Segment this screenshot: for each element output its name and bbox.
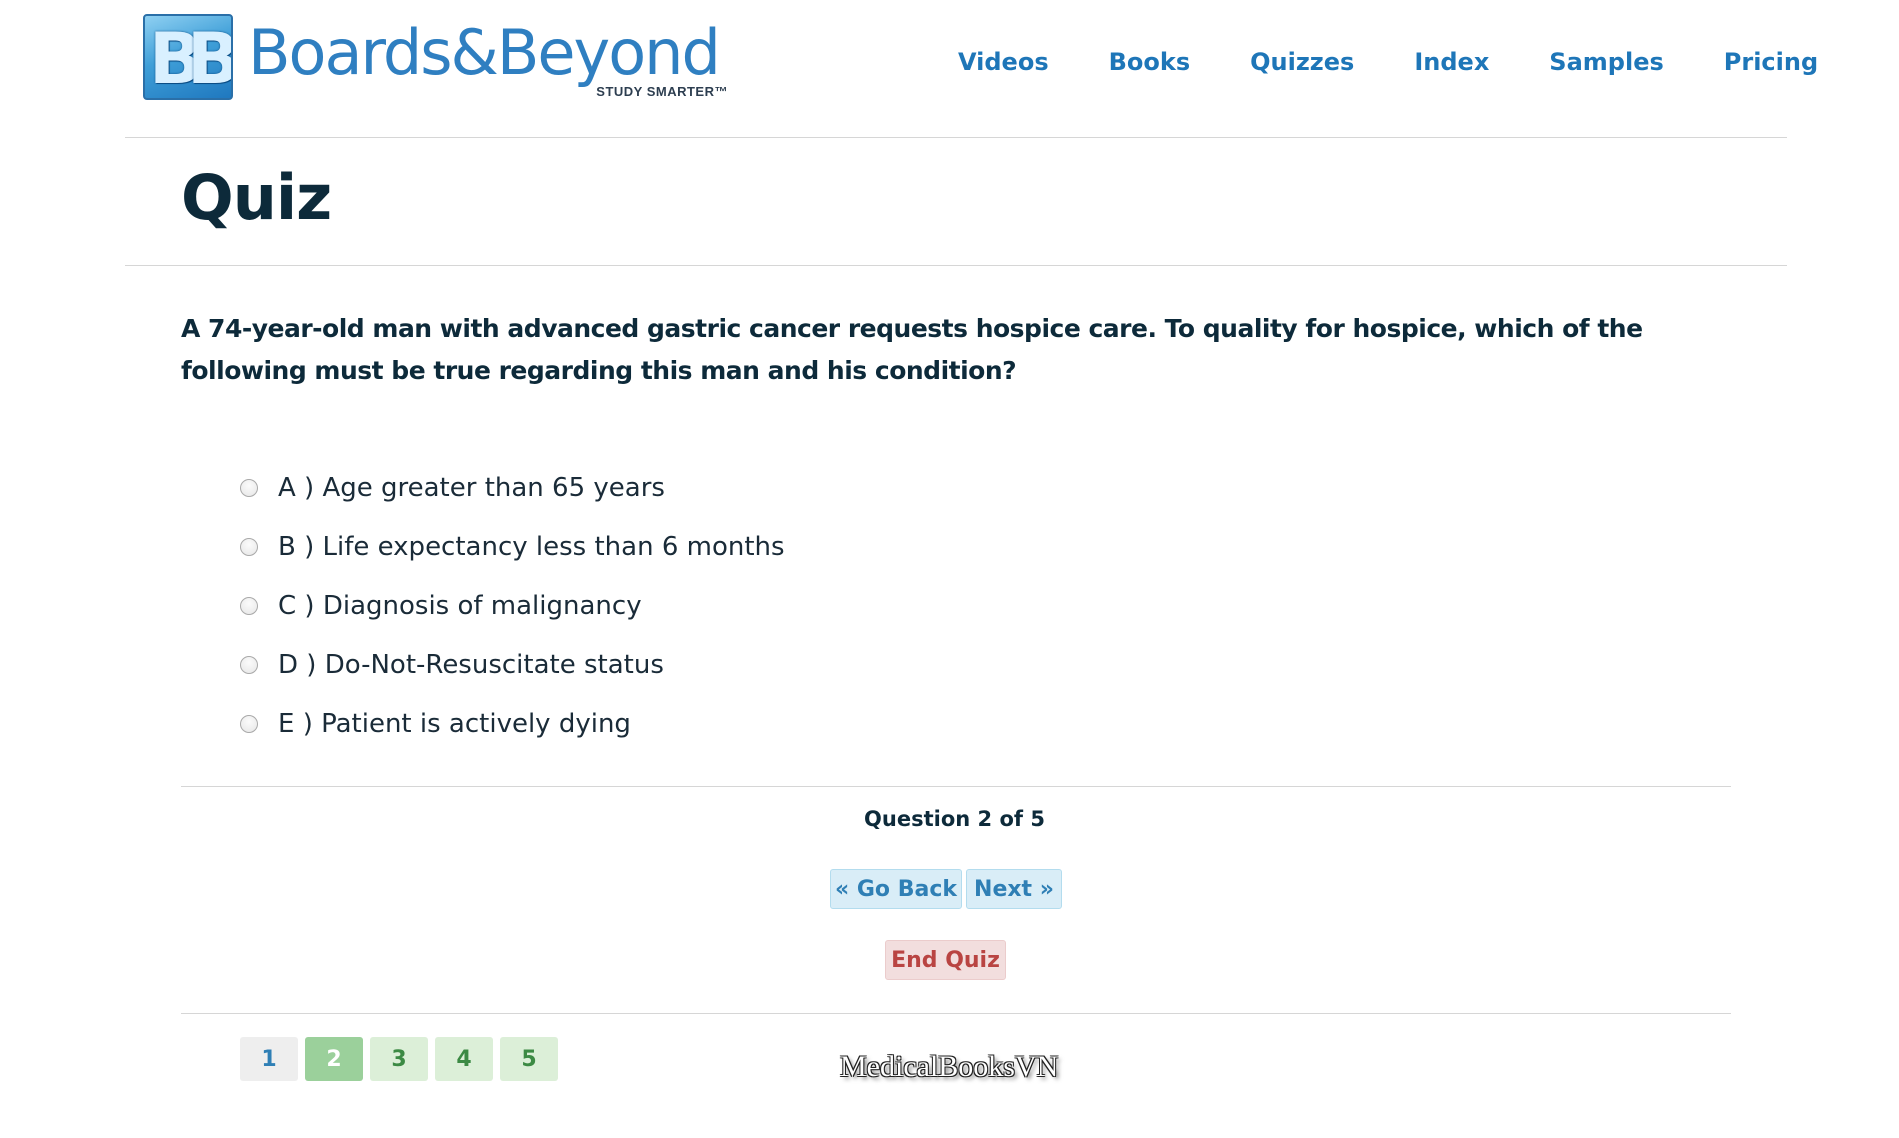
logo-wordmark: Boards&Beyond STUDY SMARTER™ <box>248 14 728 102</box>
page-title: Quiz <box>181 161 332 234</box>
next-button[interactable]: Next » <box>966 869 1062 909</box>
page-3-button[interactable]: 3 <box>370 1037 428 1081</box>
radio-button[interactable] <box>240 655 258 674</box>
page-2-button[interactable]: 2 <box>305 1037 363 1081</box>
nav-videos[interactable]: Videos <box>958 44 1049 80</box>
page-5-button[interactable]: 5 <box>500 1037 558 1081</box>
question-progress-text: Question 2 of 5 <box>864 807 1045 831</box>
option-c[interactable]: C ) Diagnosis of malignancy <box>240 576 785 635</box>
header-divider <box>125 137 1787 138</box>
question-pager: 1 2 3 4 5 <box>240 1037 565 1081</box>
nav-pricing[interactable]: Pricing <box>1724 44 1818 80</box>
boards-and-beyond-logo[interactable]: BB Boards&Beyond STUDY SMARTER™ <box>143 14 728 102</box>
radio-button[interactable] <box>240 714 258 733</box>
nav-index[interactable]: Index <box>1414 44 1489 80</box>
nav-books[interactable]: Books <box>1109 44 1191 80</box>
main-nav: Videos Books Quizzes Index Samples Prici… <box>958 44 1818 80</box>
page-1-button[interactable]: 1 <box>240 1037 298 1081</box>
question-navigation: « Go Back Next » <box>830 869 1062 909</box>
radio-button[interactable] <box>240 537 258 556</box>
question-text: A 74-year-old man with advanced gastric … <box>181 314 1643 385</box>
option-label: D ) Do-Not-Resuscitate status <box>278 649 664 680</box>
radio-button[interactable] <box>240 478 258 497</box>
nav-quizzes[interactable]: Quizzes <box>1250 44 1354 80</box>
nav-samples[interactable]: Samples <box>1549 44 1663 80</box>
option-label: A ) Age greater than 65 years <box>278 472 665 503</box>
logo-tagline: STUDY SMARTER™ <box>596 84 728 99</box>
end-quiz-button[interactable]: End Quiz <box>885 940 1006 980</box>
option-d[interactable]: D ) Do-Not-Resuscitate status <box>240 635 785 694</box>
radio-button[interactable] <box>240 596 258 615</box>
option-label: C ) Diagnosis of malignancy <box>278 590 642 621</box>
watermark: MedicalBooksVN <box>840 1050 1059 1083</box>
options-divider <box>181 786 1731 787</box>
question-progress: Question 2 of 5 <box>0 804 1899 834</box>
page-4-button[interactable]: 4 <box>435 1037 493 1081</box>
go-back-button[interactable]: « Go Back <box>830 869 962 909</box>
option-a[interactable]: A ) Age greater than 65 years <box>240 458 785 517</box>
option-label: E ) Patient is actively dying <box>278 708 631 739</box>
option-b[interactable]: B ) Life expectancy less than 6 months <box>240 517 785 576</box>
bb-logo-icon: BB <box>143 14 233 100</box>
site-header: BB Boards&Beyond STUDY SMARTER™ Videos B… <box>0 0 1899 138</box>
answer-options: A ) Age greater than 65 years B ) Life e… <box>240 458 785 753</box>
title-divider <box>125 265 1787 266</box>
option-e[interactable]: E ) Patient is actively dying <box>240 694 785 753</box>
option-label: B ) Life expectancy less than 6 months <box>278 531 785 562</box>
logo-wordmark-text: Boards&Beyond <box>248 16 721 89</box>
footer-divider <box>181 1013 1731 1014</box>
